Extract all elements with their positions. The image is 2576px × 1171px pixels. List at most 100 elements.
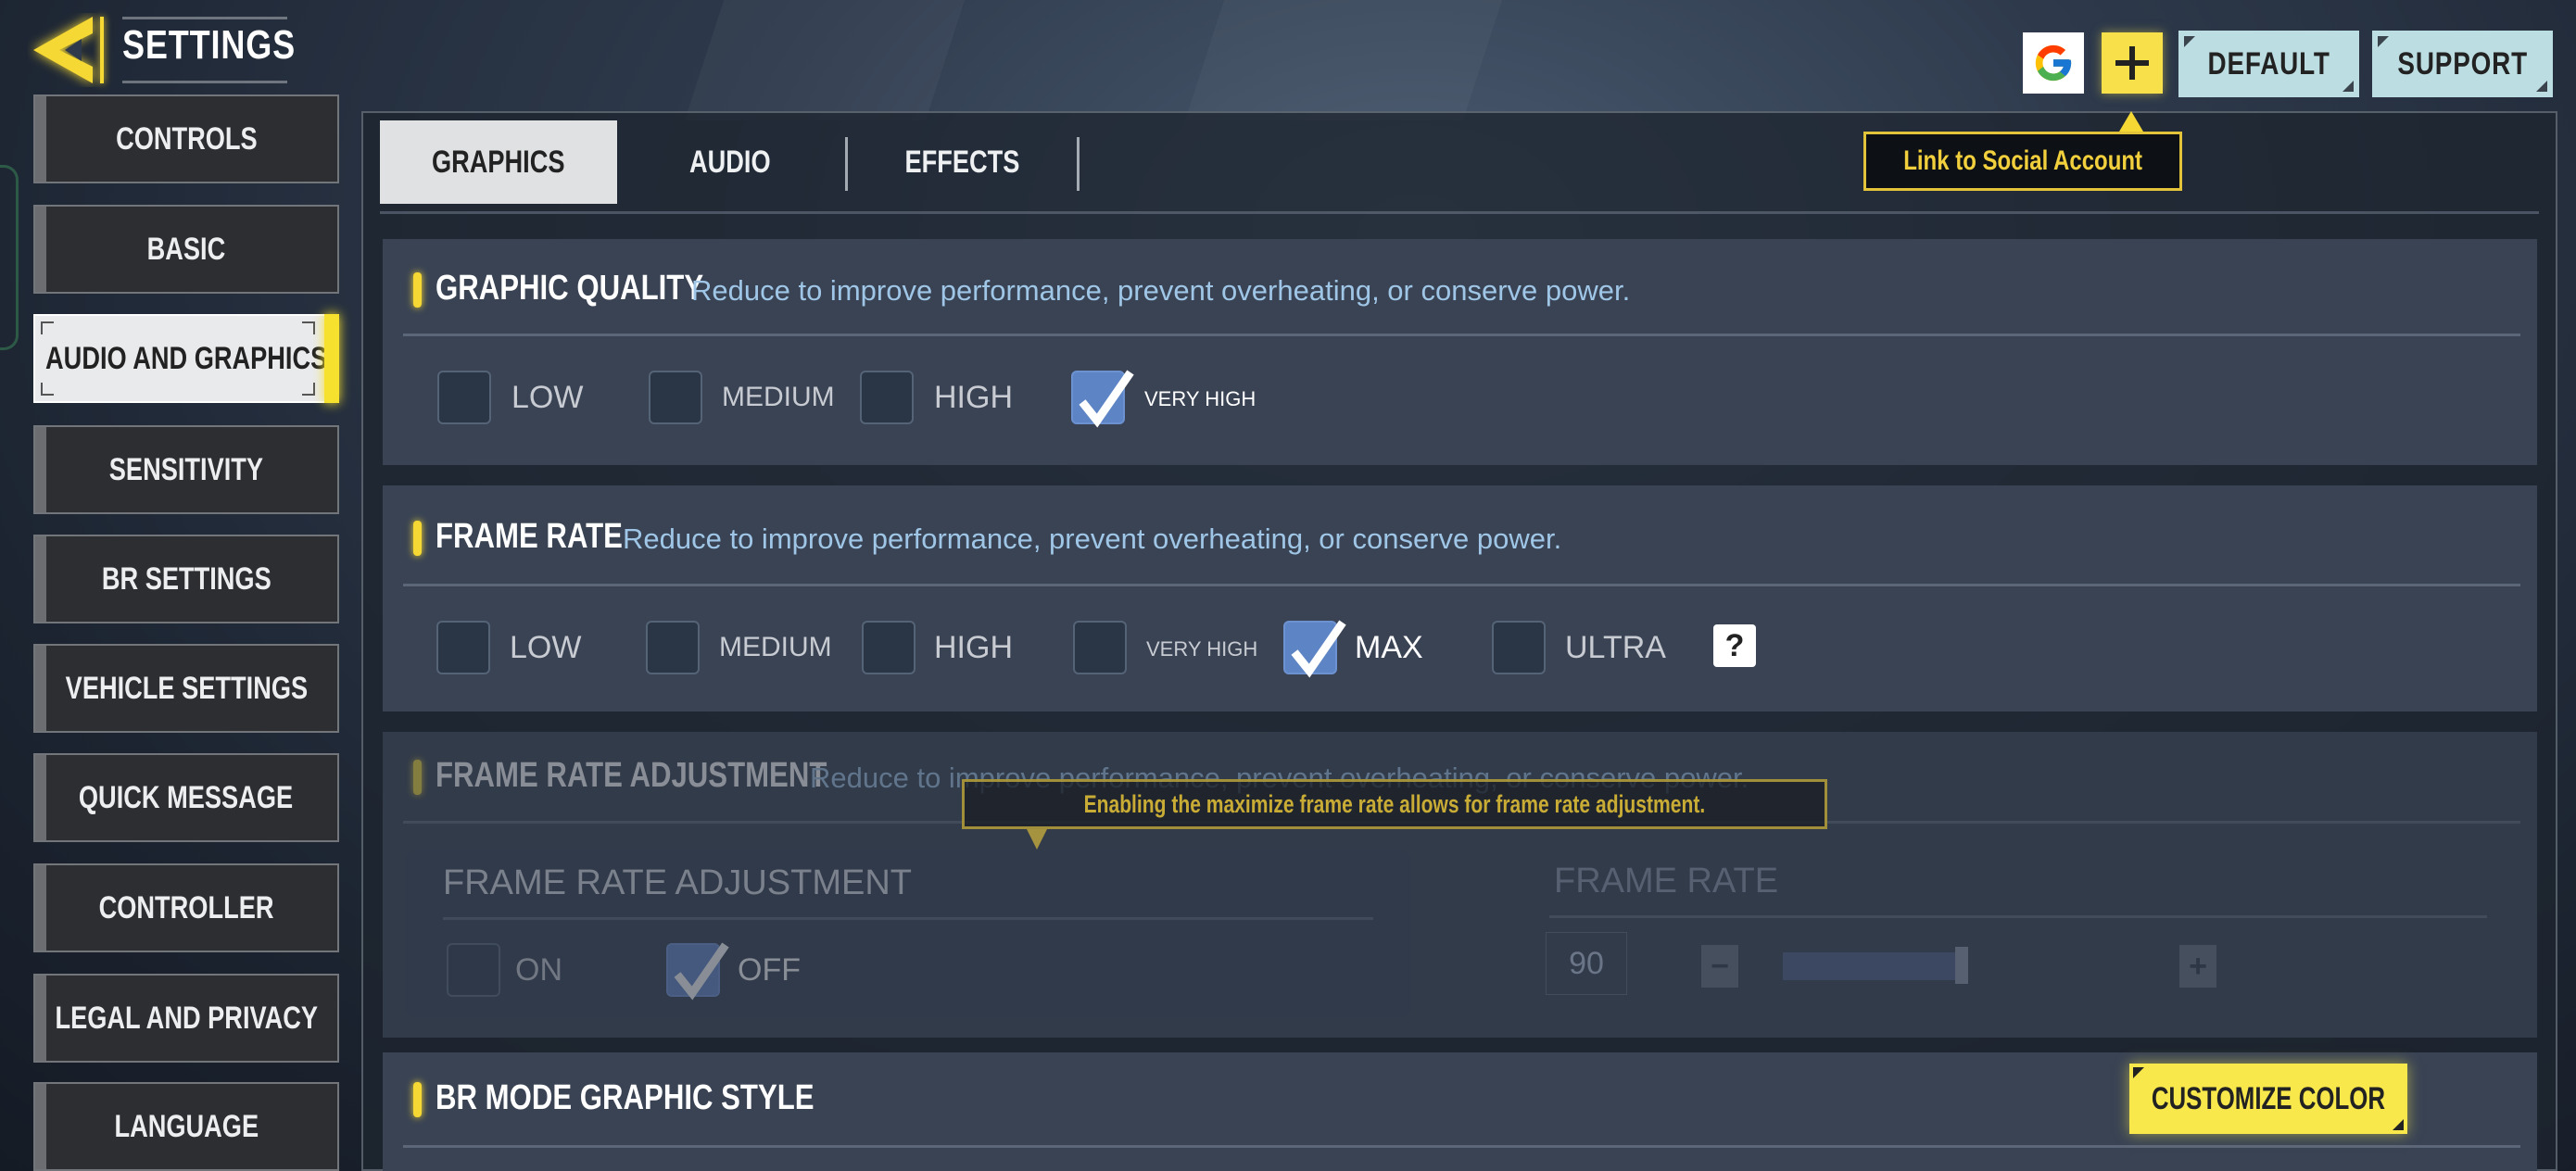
frame-rate-slider[interactable] xyxy=(1783,947,2163,984)
frame-rate-value: 90 xyxy=(1546,932,1627,995)
plus-icon: + xyxy=(2189,948,2207,984)
section-marker xyxy=(413,1082,422,1117)
corner-mark xyxy=(41,383,54,396)
checkmark-icon xyxy=(674,942,729,1001)
sidebar-item-label: VEHICLE SETTINGS xyxy=(65,670,308,706)
sidebar-item-vehicle-settings[interactable]: VEHICLE SETTINGS xyxy=(33,644,339,733)
header-divider xyxy=(100,17,104,83)
sidebar-item-label: LEGAL AND PRIVACY xyxy=(55,1000,318,1036)
back-button[interactable] xyxy=(28,13,102,87)
sidebar-item-controller[interactable]: CONTROLLER xyxy=(33,863,339,952)
adjustment-toggle-title: FRAME RATE ADJUSTMENT xyxy=(443,863,912,902)
checkmark-icon xyxy=(1079,370,1134,428)
frame-rate-title: FRAME RATE xyxy=(436,517,623,556)
option-label: VERY HIGH xyxy=(1146,637,1258,661)
minus-icon: − xyxy=(1711,948,1729,984)
sidebar-item-legal-and-privacy[interactable]: LEGAL AND PRIVACY xyxy=(33,974,339,1063)
option-label: VERY HIGH xyxy=(1144,387,1256,410)
google-link-button[interactable] xyxy=(2023,32,2084,94)
sidebar-item-label: LANGUAGE xyxy=(114,1108,259,1144)
tooltip-arrow xyxy=(1027,829,1047,850)
graphic-quality-medium-checkbox[interactable] xyxy=(649,371,702,424)
option-label: LOW xyxy=(511,380,584,415)
customize-color-button[interactable]: CUSTOMIZE COLOR xyxy=(2129,1064,2407,1134)
option-label: MAX xyxy=(1355,630,1423,665)
tab-label: AUDIO xyxy=(689,144,771,180)
graphic-quality-low-checkbox[interactable] xyxy=(437,371,491,424)
background-decoration xyxy=(1185,0,1502,120)
page-title: SETTINGS xyxy=(122,22,296,68)
frame-rate-low-checkbox[interactable] xyxy=(436,621,490,674)
frame-rate-decrease-button[interactable]: − xyxy=(1701,945,1738,988)
sidebar-item-br-settings[interactable]: BR SETTINGS xyxy=(33,535,339,623)
frame-rate-very-high-checkbox[interactable] xyxy=(1073,621,1127,674)
sidebar-item-audio-and-graphics[interactable]: AUDIO AND GRAPHICS xyxy=(33,314,339,403)
graphic-quality-title: GRAPHIC QUALITY xyxy=(436,269,704,308)
br-mode-title: BR MODE GRAPHIC STYLE xyxy=(436,1078,814,1117)
frame-rate-slider-title: FRAME RATE xyxy=(1554,862,1779,900)
back-chevron-icon xyxy=(33,17,93,83)
tab-graphics[interactable]: GRAPHICS xyxy=(380,120,617,204)
support-button[interactable]: SUPPORT xyxy=(2372,31,2553,97)
support-button-label: SUPPORT xyxy=(2397,45,2528,82)
section-divider xyxy=(1549,915,2487,918)
sidebar-item-label: CONTROLS xyxy=(115,120,258,157)
link-social-tooltip: Link to Social Account xyxy=(1863,132,2182,191)
corner-mark xyxy=(302,321,315,334)
tab-audio[interactable]: AUDIO xyxy=(617,120,843,204)
sidebar-item-language[interactable]: LANGUAGE xyxy=(33,1082,339,1171)
plus-icon xyxy=(2115,46,2149,80)
default-button[interactable]: DEFAULT xyxy=(2178,31,2359,97)
adjustment-off-checkbox[interactable] xyxy=(666,942,729,1001)
section-marker xyxy=(413,760,422,795)
option-label: OFF xyxy=(738,952,801,988)
side-panel-edge xyxy=(0,165,19,350)
option-label: ULTRA xyxy=(1565,630,1666,665)
sidebar-item-quick-message[interactable]: QUICK MESSAGE xyxy=(33,753,339,842)
tab-effects[interactable]: EFFECTS xyxy=(847,120,1077,204)
frame-rate-medium-checkbox[interactable] xyxy=(646,621,700,674)
default-button-label: DEFAULT xyxy=(2207,45,2330,82)
frame-rate-increase-button[interactable]: + xyxy=(2179,945,2216,988)
corner-mark xyxy=(302,383,315,396)
help-button[interactable]: ? xyxy=(1713,624,1756,667)
link-social-tooltip-text: Link to Social Account xyxy=(1903,145,2142,176)
frame-rate-description: Reduce to improve performance, prevent o… xyxy=(623,523,1562,555)
frame-rate-adjustment-tooltip: Enabling the maximize frame rate allows … xyxy=(962,779,1827,829)
frame-rate-section xyxy=(383,485,2537,711)
frame-rate-adjustment-tooltip-text: Enabling the maximize frame rate allows … xyxy=(1083,789,1706,818)
option-label: ON xyxy=(515,952,562,988)
tooltip-arrow xyxy=(2119,111,2143,132)
sidebar-item-sensitivity[interactable]: SENSITIVITY xyxy=(33,425,339,514)
sidebar-item-controls[interactable]: CONTROLS xyxy=(33,94,339,183)
option-label: MEDIUM xyxy=(722,382,835,412)
slider-thumb[interactable] xyxy=(1954,947,1968,984)
sidebar-item-label: AUDIO AND GRAPHICS xyxy=(44,340,328,376)
checkmark-icon xyxy=(1291,620,1346,678)
slider-fill xyxy=(1783,952,1962,980)
option-label: HIGH xyxy=(934,380,1013,415)
background-decoration xyxy=(685,0,965,120)
sidebar-item-basic[interactable]: BASIC xyxy=(33,205,339,294)
graphic-quality-high-checkbox[interactable] xyxy=(860,371,914,424)
section-divider xyxy=(403,584,2520,586)
graphic-quality-section xyxy=(383,239,2537,465)
section-marker xyxy=(413,521,422,556)
graphic-quality-description: Reduce to improve performance, prevent o… xyxy=(691,274,1631,307)
tabs-divider xyxy=(380,211,2539,214)
link-account-button[interactable] xyxy=(2102,32,2163,94)
option-label: MEDIUM xyxy=(719,632,832,662)
customize-color-label: CUSTOMIZE COLOR xyxy=(2151,1080,2386,1116)
sidebar-item-label: BASIC xyxy=(146,231,226,267)
frame-rate-high-checkbox[interactable] xyxy=(862,621,915,674)
section-divider xyxy=(403,1145,2520,1148)
sidebar-item-label: BR SETTINGS xyxy=(101,560,271,597)
frame-rate-ultra-checkbox[interactable] xyxy=(1492,621,1546,674)
sidebar-item-label: QUICK MESSAGE xyxy=(79,779,294,815)
graphic-quality-very-high-checkbox[interactable] xyxy=(1071,370,1134,428)
section-divider xyxy=(403,334,2520,336)
adjustment-on-checkbox[interactable] xyxy=(447,943,500,997)
section-marker xyxy=(413,272,422,308)
tab-separator xyxy=(1077,137,1080,191)
frame-rate-max-checkbox[interactable] xyxy=(1283,620,1346,678)
